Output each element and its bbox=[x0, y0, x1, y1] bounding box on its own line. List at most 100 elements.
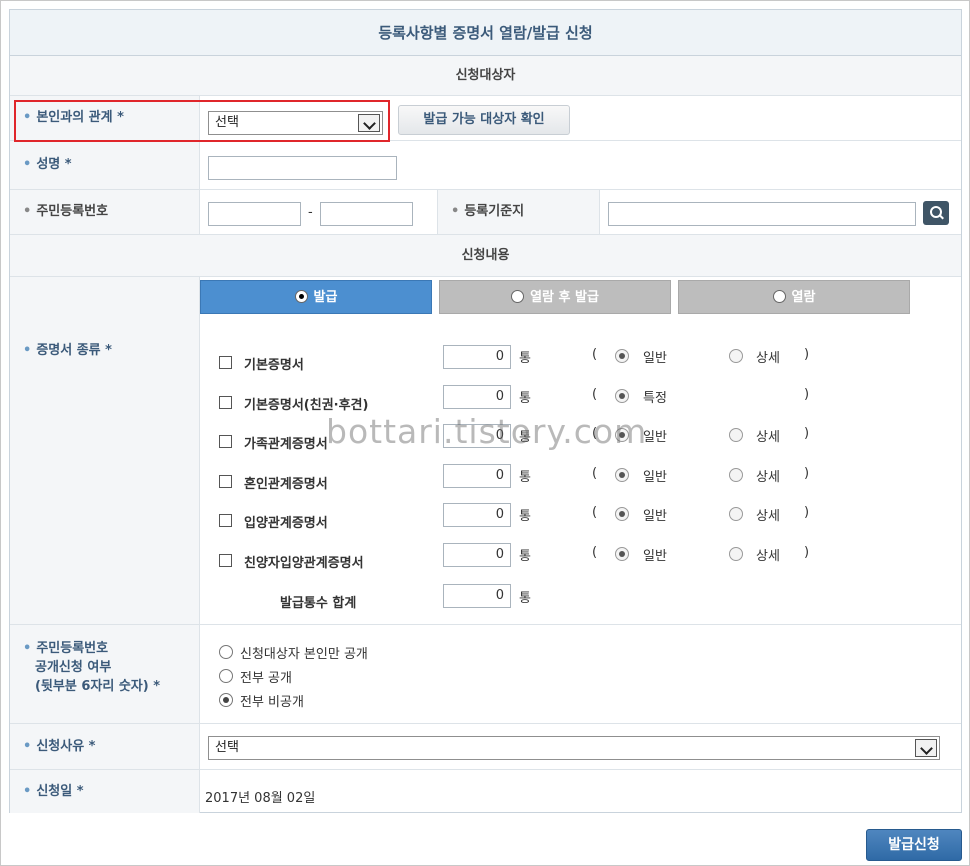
cert-option2-label: 상세 bbox=[756, 430, 780, 445]
rrn-separator: - bbox=[308, 205, 313, 220]
name-label: • 성명 * bbox=[10, 141, 200, 189]
form-title: 등록사항별 증명서 열람/발급 신청 bbox=[10, 10, 961, 56]
search-icon[interactable] bbox=[923, 201, 949, 225]
date-row: • 신청일 * bbox=[10, 770, 961, 813]
reason-row: • 신청사유 * 선택 bbox=[10, 724, 961, 770]
cert-name: 기본증명서 bbox=[244, 358, 304, 373]
cert-checkbox[interactable] bbox=[219, 356, 232, 369]
cert-option1-label: 특정 bbox=[643, 391, 667, 406]
cert-name: 기본증명서(친권·후견) bbox=[244, 398, 369, 413]
total-label: 발급통수 합계 bbox=[280, 596, 357, 611]
cert-checkbox[interactable] bbox=[219, 514, 232, 527]
cert-option2-radio[interactable] bbox=[729, 349, 743, 363]
cert-option2-label: 상세 bbox=[756, 470, 780, 485]
cert-option1-label: 일반 bbox=[643, 351, 667, 366]
bullet-icon: • bbox=[23, 739, 32, 754]
cert-paren-open: ( bbox=[592, 545, 598, 560]
cert-paren-close: ) bbox=[804, 545, 810, 560]
cert-unit: 통 bbox=[519, 549, 531, 564]
bullet-icon: • bbox=[23, 157, 32, 172]
rrn-row: • 주민등록번호 - • 등록기준지 bbox=[10, 190, 961, 235]
disclosure-label-line3: (뒷부분 6자리 숫자) * bbox=[35, 679, 161, 694]
bullet-icon: • bbox=[23, 343, 32, 358]
cert-paren-close: ) bbox=[804, 426, 810, 441]
disclosure-radio-all[interactable] bbox=[219, 669, 233, 683]
cert-checkbox[interactable] bbox=[219, 435, 232, 448]
cert-option2-radio[interactable] bbox=[729, 468, 743, 482]
section-content-heading: 신청내용 bbox=[10, 235, 961, 277]
radio-icon bbox=[772, 290, 786, 303]
cert-option1-label: 일반 bbox=[643, 470, 667, 485]
cert-checkbox[interactable] bbox=[219, 554, 232, 567]
bullet-icon: • bbox=[23, 641, 32, 656]
cert-name: 입양관계증명서 bbox=[244, 516, 328, 531]
cert-name: 가족관계증명서 bbox=[244, 437, 328, 452]
radio-icon bbox=[511, 290, 525, 303]
cert-unit: 통 bbox=[519, 470, 531, 485]
cert-paren-close: ) bbox=[804, 347, 810, 362]
section-target-heading: 신청대상자 bbox=[10, 56, 961, 96]
total-unit: 통 bbox=[519, 591, 531, 606]
cert-qty-input[interactable]: 0 bbox=[443, 345, 511, 369]
reason-select[interactable]: 선택 bbox=[208, 736, 940, 760]
chevron-down-icon bbox=[915, 739, 937, 757]
rrn-back-input[interactable] bbox=[320, 202, 413, 226]
name-input[interactable] bbox=[208, 156, 397, 180]
bullet-icon: • bbox=[23, 784, 32, 799]
cert-qty-input[interactable]: 0 bbox=[443, 543, 511, 567]
cert-qty-input[interactable]: 0 bbox=[443, 464, 511, 488]
rrn-front-input[interactable] bbox=[208, 202, 301, 226]
cert-option1-radio[interactable] bbox=[615, 389, 629, 403]
cert-paren-open: ( bbox=[592, 347, 598, 362]
cert-option2-radio[interactable] bbox=[729, 428, 743, 442]
cert-unit: 통 bbox=[519, 351, 531, 366]
cert-checkbox[interactable] bbox=[219, 396, 232, 409]
disclosure-radio-none[interactable] bbox=[219, 693, 233, 707]
disclosure-label: • 주민등록번호 공개신청 여부 (뒷부분 6자리 숫자) * bbox=[10, 625, 200, 723]
submit-issue-button[interactable]: 발급신청 bbox=[866, 829, 962, 861]
rrn-label: • 주민등록번호 bbox=[10, 190, 200, 234]
reason-label: • 신청사유 * bbox=[10, 724, 200, 769]
cert-option2-label: 상세 bbox=[756, 351, 780, 366]
tabs-row-label bbox=[10, 277, 200, 325]
cert-option1-radio[interactable] bbox=[615, 468, 629, 482]
relation-highlight-box bbox=[14, 100, 390, 142]
cert-option1-label: 일반 bbox=[643, 549, 667, 564]
date-label: • 신청일 * bbox=[10, 770, 200, 813]
base-input[interactable] bbox=[608, 202, 916, 226]
cert-option1-radio[interactable] bbox=[615, 507, 629, 521]
date-value: 2017년 08월 02일 bbox=[205, 791, 316, 806]
radio-icon bbox=[294, 290, 308, 303]
tab-issue[interactable]: 발급 bbox=[200, 280, 432, 314]
cert-paren-open: ( bbox=[592, 466, 598, 481]
tab-view-then-issue[interactable]: 열람 후 발급 bbox=[439, 280, 671, 314]
disclosure-radio-self[interactable] bbox=[219, 645, 233, 659]
cert-unit: 통 bbox=[519, 391, 531, 406]
cert-checkbox[interactable] bbox=[219, 475, 232, 488]
disclosure-option-self: 신청대상자 본인만 공개 bbox=[240, 647, 368, 662]
cert-name: 혼인관계증명서 bbox=[244, 477, 328, 492]
cert-option1-radio[interactable] bbox=[615, 547, 629, 561]
cert-name: 친양자입양관계증명서 bbox=[244, 556, 364, 571]
bullet-icon: • bbox=[451, 204, 460, 219]
tab-view[interactable]: 열람 bbox=[678, 280, 910, 314]
cert-qty-input[interactable]: 0 bbox=[443, 385, 511, 409]
name-row: • 성명 * bbox=[10, 141, 961, 190]
cert-paren-open: ( bbox=[592, 387, 598, 402]
watermark: bottari.tistory.com bbox=[326, 412, 648, 451]
cert-type-label: • 증명서 종류 * bbox=[10, 325, 200, 624]
cert-paren-close: ) bbox=[804, 387, 810, 402]
cert-option1-radio[interactable] bbox=[615, 349, 629, 363]
cert-option2-label: 상세 bbox=[756, 549, 780, 564]
cert-paren-close: ) bbox=[804, 505, 810, 520]
check-eligible-button[interactable]: 발급 가능 대상자 확인 bbox=[398, 105, 570, 135]
cert-option2-radio[interactable] bbox=[729, 547, 743, 561]
cert-qty-input[interactable]: 0 bbox=[443, 503, 511, 527]
cert-unit: 통 bbox=[519, 509, 531, 524]
disclosure-option-none: 전부 비공개 bbox=[240, 695, 304, 710]
cert-option2-radio[interactable] bbox=[729, 507, 743, 521]
disclosure-option-all: 전부 공개 bbox=[240, 671, 292, 686]
cert-option2-label: 상세 bbox=[756, 509, 780, 524]
disclosure-row: • 주민등록번호 공개신청 여부 (뒷부분 6자리 숫자) * bbox=[10, 625, 961, 724]
disclosure-label-line2: 공개신청 여부 bbox=[35, 660, 112, 675]
